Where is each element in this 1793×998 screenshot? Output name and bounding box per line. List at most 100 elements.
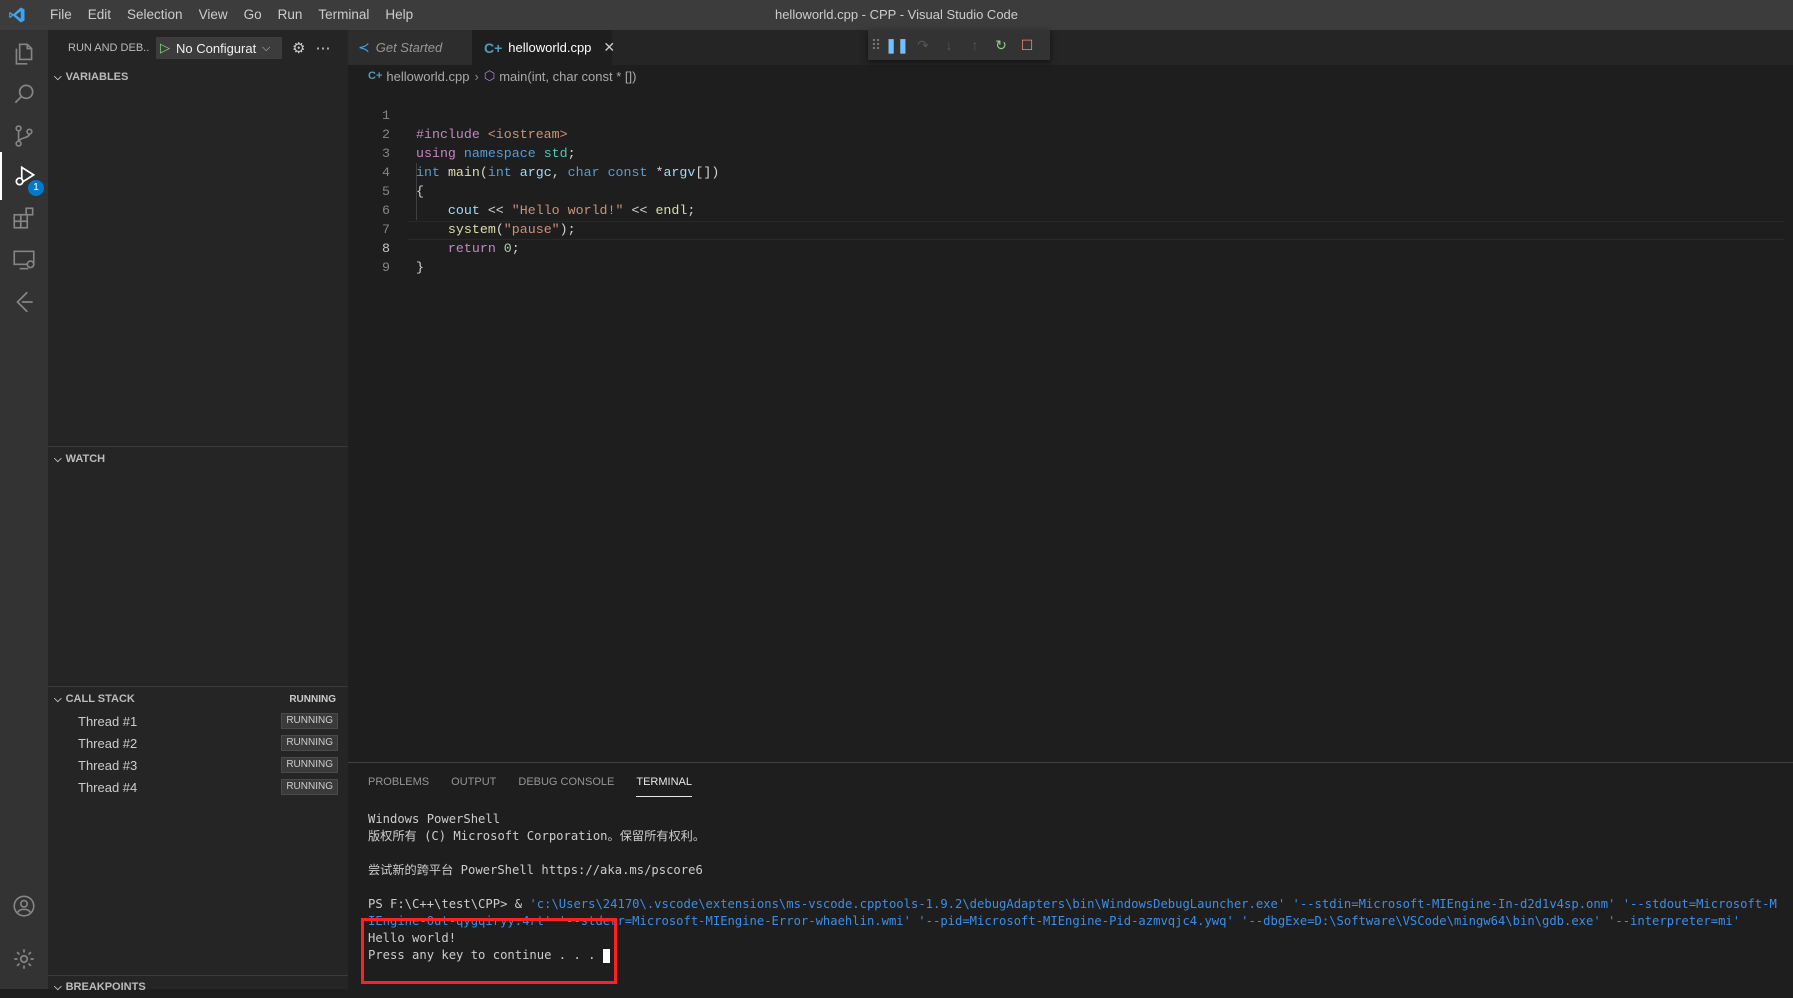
step-out-icon[interactable]: ↑ bbox=[962, 37, 988, 53]
chevron-down-icon: ⌵ bbox=[54, 71, 62, 83]
tab-label: Get Started bbox=[375, 40, 443, 55]
thread-name: Thread #3 bbox=[78, 757, 138, 773]
watch-title: WATCH bbox=[65, 453, 106, 465]
thread-name: Thread #1 bbox=[78, 713, 138, 729]
title-bar: File Edit Selection View Go Run Terminal… bbox=[0, 0, 1793, 30]
start-debugging-icon[interactable]: ▷ bbox=[160, 40, 170, 56]
thread-status-badge: RUNNING bbox=[281, 735, 338, 751]
code-line: 7 return 0; bbox=[348, 201, 1793, 256]
terminal-line: Windows PowerShell bbox=[368, 812, 501, 826]
code-line: 6 system("pause"); bbox=[348, 182, 1793, 237]
chevron-down-icon: ⌵ bbox=[262, 41, 271, 54]
editor-tab-bar: ≺ Get Started C+ helloworld.cpp ✕ bbox=[348, 30, 1793, 65]
tab-debug-console[interactable]: DEBUG CONSOLE bbox=[518, 773, 614, 797]
menu-file[interactable]: File bbox=[42, 0, 80, 30]
step-into-icon[interactable]: ↓ bbox=[936, 37, 962, 53]
breakpoints-section-header[interactable]: ⌵ BREAKPOINTS bbox=[48, 976, 348, 998]
launch-config-dropdown[interactable]: ▷ No Configurat ⌵ bbox=[156, 37, 282, 59]
variables-title: VARIABLES bbox=[65, 71, 129, 83]
code-line: 1 #include <iostream> bbox=[348, 87, 1793, 142]
call-stack-thread[interactable]: Thread #4 RUNNING bbox=[48, 776, 348, 798]
debug-toolbar: ⠿ ❚❚ ↷ ↓ ↑ ↻ ☐ bbox=[868, 30, 1050, 60]
restart-icon[interactable]: ↻ bbox=[988, 37, 1014, 54]
call-stack-thread[interactable]: Thread #3 RUNNING bbox=[48, 754, 348, 776]
variables-section-header[interactable]: ⌵ VARIABLES bbox=[48, 66, 348, 88]
watch-section-header[interactable]: ⌵ WATCH bbox=[48, 448, 348, 470]
call-stack-status: RUNNING bbox=[289, 693, 336, 705]
menu-view[interactable]: View bbox=[191, 0, 236, 30]
activity-bar: 1 bbox=[0, 30, 48, 989]
thread-name: Thread #2 bbox=[78, 735, 138, 751]
thread-status-badge: RUNNING bbox=[281, 713, 338, 729]
accounts-icon[interactable] bbox=[0, 882, 48, 930]
breadcrumb-symbol[interactable]: main(int, char const * []) bbox=[499, 69, 636, 84]
close-icon[interactable]: ✕ bbox=[603, 39, 615, 56]
call-stack-section-header[interactable]: ⌵ CALL STACK RUNNING bbox=[48, 688, 348, 710]
divider bbox=[48, 446, 348, 447]
code-line: 3 int main(int argc, char const *argv[]) bbox=[348, 125, 1793, 180]
sidebar-title: RUN AND DEB... bbox=[68, 42, 150, 54]
call-stack-thread[interactable]: Thread #2 RUNNING bbox=[48, 732, 348, 754]
terminal-line: 尝试新的跨平台 PowerShell https://aka.ms/pscore… bbox=[368, 863, 703, 877]
code-line: 4 { bbox=[348, 144, 1793, 199]
manage-icon[interactable] bbox=[0, 935, 48, 983]
breadcrumb-file[interactable]: helloworld.cpp bbox=[386, 69, 469, 84]
menu-run[interactable]: Run bbox=[270, 0, 311, 30]
panel-tab-bar: PROBLEMS OUTPUT DEBUG CONSOLE TERMINAL bbox=[368, 773, 714, 797]
terminal-prompt: PS F:\C++\test\CPP> & bbox=[368, 897, 530, 911]
menu-edit[interactable]: Edit bbox=[80, 0, 119, 30]
vscode-logo-icon bbox=[9, 7, 25, 23]
step-over-icon[interactable]: ↷ bbox=[910, 37, 936, 54]
extensions-icon[interactable] bbox=[0, 194, 48, 242]
live-share-icon[interactable] bbox=[0, 278, 48, 326]
menu-help[interactable]: Help bbox=[377, 0, 421, 30]
gear-icon[interactable]: ⚙ bbox=[292, 39, 305, 57]
symbol-method-icon: ⬡ bbox=[483, 68, 496, 83]
launch-config-value: No Configurat bbox=[176, 40, 257, 56]
terminal-line: 版权所有 (C) Microsoft Corporation。保留所有权利。 bbox=[368, 829, 706, 843]
more-actions-icon[interactable]: ⋯ bbox=[315, 39, 330, 57]
chevron-down-icon: ⌵ bbox=[54, 453, 62, 465]
tab-output[interactable]: OUTPUT bbox=[451, 773, 496, 797]
debug-sidebar: RUN AND DEB... ▷ No Configurat ⌵ ⚙ ⋯ ⌵ V… bbox=[48, 30, 348, 993]
code-line: 2 using namespace std; bbox=[348, 106, 1793, 161]
highlight-annotation-box bbox=[361, 918, 617, 984]
search-icon[interactable] bbox=[0, 70, 48, 118]
stop-icon[interactable]: ☐ bbox=[1014, 37, 1040, 54]
tab-terminal[interactable]: TERMINAL bbox=[636, 773, 692, 797]
thread-status-badge: RUNNING bbox=[281, 757, 338, 773]
remote-explorer-icon[interactable] bbox=[0, 236, 48, 284]
breadcrumb: C+ helloworld.cpp › ⬡ main(int, char con… bbox=[348, 65, 1793, 87]
code-line: 8 } bbox=[348, 220, 1793, 275]
call-stack-thread[interactable]: Thread #1 RUNNING bbox=[48, 710, 348, 732]
tab-label: helloworld.cpp bbox=[508, 40, 592, 55]
cpp-file-icon: C+ bbox=[368, 70, 383, 82]
call-stack-title: CALL STACK bbox=[65, 693, 135, 705]
tab-get-started[interactable]: ≺ Get Started bbox=[348, 30, 472, 65]
debug-header: RUN AND DEB... ▷ No Configurat ⌵ ⚙ ⋯ bbox=[48, 30, 348, 66]
thread-status-badge: RUNNING bbox=[281, 779, 338, 795]
tab-helloworld-cpp[interactable]: C+ helloworld.cpp ✕ bbox=[472, 30, 615, 65]
drag-handle-icon[interactable]: ⠿ bbox=[868, 37, 884, 54]
vscode-logo-icon: ≺ bbox=[358, 39, 370, 55]
breakpoints-title: BREAKPOINTS bbox=[65, 981, 146, 993]
menu-bar: File Edit Selection View Go Run Terminal… bbox=[42, 0, 421, 30]
cpp-file-icon: C+ bbox=[484, 39, 503, 56]
chevron-down-icon: ⌵ bbox=[54, 693, 62, 705]
thread-name: Thread #4 bbox=[78, 779, 138, 795]
tab-problems[interactable]: PROBLEMS bbox=[368, 773, 429, 797]
pause-icon[interactable]: ❚❚ bbox=[884, 37, 910, 54]
chevron-right-icon: › bbox=[474, 68, 479, 84]
divider bbox=[48, 686, 348, 687]
code-line: 5 cout << "Hello world!" << endl; bbox=[348, 163, 1793, 218]
chevron-down-icon: ⌵ bbox=[54, 981, 62, 993]
run-debug-icon[interactable]: 1 bbox=[0, 152, 48, 200]
menu-terminal[interactable]: Terminal bbox=[310, 0, 377, 30]
code-line: 9 bbox=[348, 239, 1793, 275]
menu-go[interactable]: Go bbox=[236, 0, 270, 30]
code-editor[interactable]: 1 #include <iostream> 2 using namespace … bbox=[348, 87, 1793, 762]
line-number: 9 bbox=[382, 260, 390, 275]
menu-selection[interactable]: Selection bbox=[119, 0, 191, 30]
